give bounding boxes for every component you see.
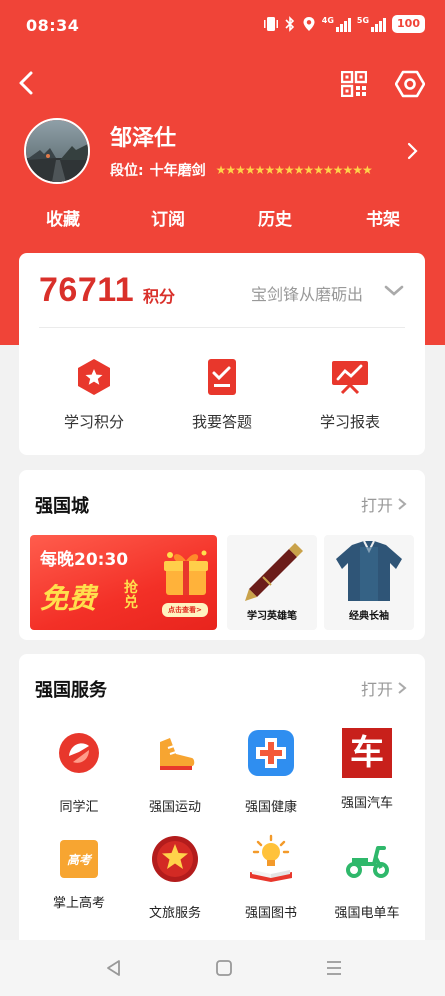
quiz-checklist-icon (208, 359, 236, 395)
sweater-icon (336, 540, 402, 601)
points-value: 76711 (39, 271, 135, 309)
services-title: 强国服务 (35, 680, 107, 701)
book-lightbulb-icon (250, 834, 292, 882)
service-books[interactable]: 强国图书 (226, 834, 316, 921)
product-item[interactable]: 经典长袖 (324, 535, 414, 630)
banner-claim: 抢兑 (124, 580, 138, 611)
chevron-right-icon (398, 682, 407, 694)
chevron-down-icon[interactable] (383, 283, 405, 299)
product-label: 经典长袖 (349, 611, 389, 622)
action-label: 学习报表 (319, 413, 380, 431)
tab-subscriptions[interactable]: 订阅 (151, 205, 185, 230)
signal-2-icon: 5G (357, 16, 387, 32)
signal-1-icon: 4G (322, 16, 351, 32)
service-label: 强国健康 (244, 800, 297, 815)
avatar[interactable] (24, 118, 90, 184)
location-icon (303, 17, 315, 31)
gaokao-icon: 高考 (60, 840, 98, 878)
culture-travel-icon (152, 836, 198, 882)
vibrate-icon (263, 17, 278, 31)
car-char-icon: 车 (342, 728, 392, 778)
fountain-pen-icon (245, 543, 303, 601)
points-hexagon-icon (78, 359, 110, 395)
e-scooter-icon (346, 846, 389, 878)
open-label: 打开 (360, 496, 393, 515)
product-item[interactable]: 学习英雄笔 (227, 535, 317, 630)
points-card: 76711 积分 宝剑锋从磨砺出 学习积分 我要答题 学习报表 (19, 253, 425, 455)
status-time: 08:34 (26, 16, 80, 35)
settings-hexagon-icon[interactable] (395, 69, 425, 99)
service-label: 强国图书 (244, 906, 297, 921)
service-health[interactable]: 强国健康 (226, 728, 316, 815)
status-bar: 08:34 4G 5G 100 (0, 0, 445, 52)
service-label: 强国运动 (148, 800, 201, 815)
qr-code-icon[interactable] (341, 71, 367, 97)
chevron-right-icon (398, 498, 407, 510)
mall-card: 强国城 打开 每晚20:30 免费 抢兑 点击查看> 学习英雄笔 经典长袖 (19, 470, 425, 640)
banner-view-button[interactable]: 点击查看> (162, 603, 208, 617)
service-label: 掌上高考 (52, 896, 105, 911)
report-board-icon (332, 361, 368, 395)
sports-shoe-icon (160, 738, 195, 770)
rank-value: 十年磨剑 (149, 163, 206, 179)
service-tongxuehui[interactable]: 同学汇 (34, 728, 124, 815)
service-culture-travel[interactable]: 文旅服务 (130, 834, 220, 921)
service-label: 文旅服务 (148, 906, 201, 921)
system-nav-bar (0, 940, 445, 996)
mall-open-link[interactable]: 打开 (361, 492, 407, 516)
nav-back-icon[interactable] (104, 958, 124, 978)
service-gaokao[interactable]: 高考 掌上高考 (34, 834, 124, 911)
service-label: 强国电单车 (334, 906, 400, 921)
open-label: 打开 (360, 680, 393, 699)
divider (39, 327, 405, 328)
points-motto[interactable]: 宝剑锋从磨砺出 (251, 281, 363, 305)
nav-home-icon[interactable] (214, 958, 234, 978)
tab-favorites[interactable]: 收藏 (46, 205, 80, 230)
back-arrow-icon[interactable] (14, 68, 42, 98)
bluetooth-icon (285, 16, 294, 32)
status-icons: 4G 5G 100 (263, 15, 425, 33)
gaokao-glyph: 高考 (66, 852, 91, 867)
service-label: 同学汇 (59, 800, 99, 815)
username: 邹泽仕 (110, 125, 177, 151)
tab-history[interactable]: 历史 (258, 205, 292, 230)
service-sports[interactable]: 强国运动 (130, 728, 220, 815)
mall-title: 强国城 (35, 496, 89, 517)
gift-box-icon (164, 550, 208, 595)
profile-chevron-icon[interactable] (404, 140, 420, 162)
car-glyph: 车 (350, 733, 384, 773)
product-label: 学习英雄笔 (247, 611, 297, 622)
banner-time: 每晚20:30 (40, 550, 129, 570)
rank-stars: ★★★★★★★★★★★★★★★★ (215, 163, 373, 177)
tab-bookshelf[interactable]: 书架 (366, 205, 400, 230)
rank-label: 段位: (110, 163, 144, 179)
battery-indicator: 100 (392, 15, 425, 33)
service-label: 强国汽车 (340, 796, 393, 811)
services-open-link[interactable]: 打开 (361, 676, 407, 700)
health-cross-icon (248, 730, 294, 776)
action-report[interactable]: 学习报表 (295, 357, 405, 432)
service-e-bike[interactable]: 强国电单车 (322, 834, 412, 921)
action-study-points[interactable]: 学习积分 (39, 357, 149, 432)
tongxuehui-icon (59, 733, 99, 773)
service-car[interactable]: 车 强国汽车 (322, 728, 412, 811)
services-card: 强国服务 打开 同学汇 强国运动 强国健康 车 强国汽车 高考 掌上高考 文旅服… (19, 654, 425, 954)
nav-menu-icon[interactable] (324, 958, 344, 978)
banner-free: 免费 (40, 582, 97, 615)
points-unit: 积分 (143, 287, 176, 306)
rank-row: 段位: 十年磨剑 ★★★★★★★★★★★★★★★★ (110, 160, 373, 180)
action-label: 我要答题 (191, 413, 252, 431)
action-label: 学习积分 (63, 413, 124, 431)
action-quiz[interactable]: 我要答题 (167, 357, 277, 432)
promo-banner[interactable]: 每晚20:30 免费 抢兑 点击查看> (30, 535, 217, 630)
